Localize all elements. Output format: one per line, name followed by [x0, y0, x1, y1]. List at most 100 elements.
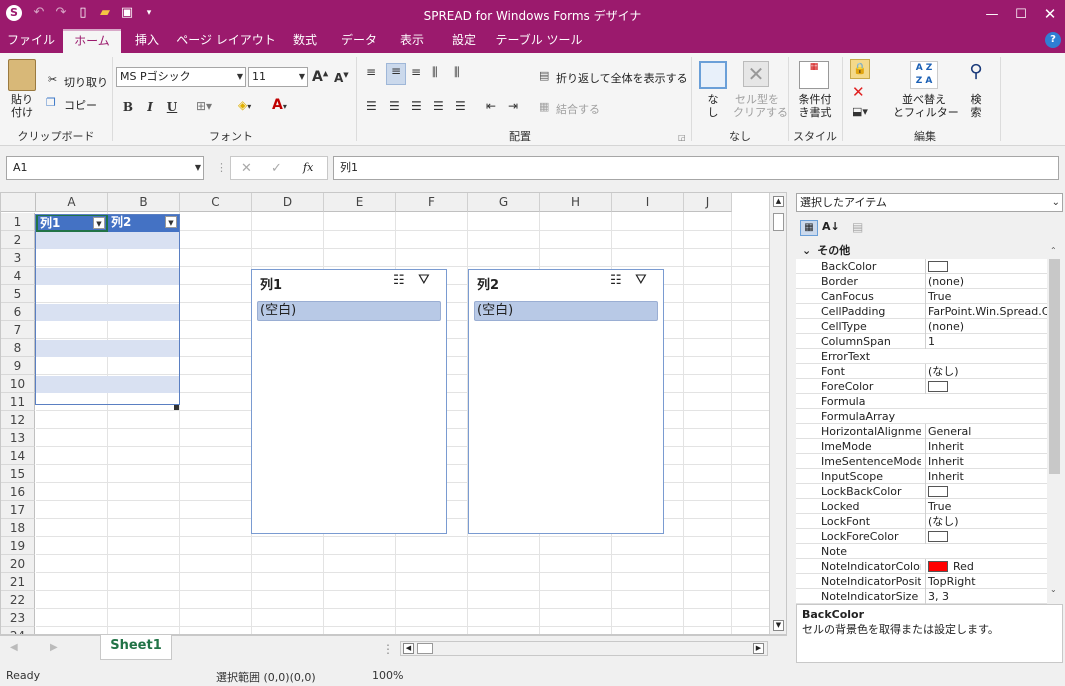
fill-color-icon[interactable]: ◈▾: [238, 98, 251, 112]
column-header[interactable]: F: [396, 193, 468, 212]
scroll-right-icon[interactable]: ▶: [753, 643, 764, 654]
row-header[interactable]: 13: [1, 429, 35, 447]
property-value[interactable]: [925, 484, 1047, 499]
row-header[interactable]: 15: [1, 465, 35, 483]
shrink-font-icon[interactable]: A▼: [334, 71, 349, 85]
property-row[interactable]: Note: [796, 544, 1047, 559]
property-row[interactable]: ForeColor: [796, 379, 1047, 394]
column-header[interactable]: B: [108, 193, 180, 212]
property-row[interactable]: Formula: [796, 394, 1047, 409]
row-header[interactable]: 14: [1, 447, 35, 465]
property-value[interactable]: True: [925, 499, 1047, 514]
justify-icon[interactable]: ☰: [433, 99, 444, 113]
row-header[interactable]: 6: [1, 303, 35, 321]
distributed-icon[interactable]: ⫼: [432, 65, 438, 80]
select-all-corner[interactable]: [1, 193, 36, 212]
filter-item[interactable]: (空白): [474, 301, 658, 321]
property-row[interactable]: CellPadding FarPoint.Win.Spread.Cel: [796, 304, 1047, 319]
bold-button[interactable]: B: [121, 100, 135, 114]
scroll-up-icon[interactable]: ⌃: [1050, 246, 1057, 255]
column-header[interactable]: G: [468, 193, 540, 212]
decrease-indent-icon[interactable]: ⇤: [486, 99, 496, 113]
sort-filter-button[interactable]: 並べ替え とフィルター: [893, 93, 959, 119]
property-row[interactable]: LockForeColor: [796, 529, 1047, 544]
property-row[interactable]: ImeSentenceMode Inherit: [796, 454, 1047, 469]
select-list-icon[interactable]: ☷: [610, 273, 622, 288]
clear-celltype-button[interactable]: セル型を クリアする: [733, 93, 788, 119]
tab-data[interactable]: データ: [334, 29, 384, 53]
align-bottom-icon[interactable]: ≡: [411, 65, 421, 79]
row-header[interactable]: 24: [1, 627, 35, 634]
close-button[interactable]: ✕: [1033, 0, 1065, 29]
sheet-tab-sheet1[interactable]: Sheet1: [100, 635, 172, 660]
property-row[interactable]: NoteIndicatorPosition TopRight: [796, 574, 1047, 589]
none-button[interactable]: な し: [701, 93, 725, 119]
property-value[interactable]: TopRight: [925, 574, 1047, 589]
clear-filter-icon[interactable]: ⛛: [635, 272, 647, 288]
column-header[interactable]: D: [252, 193, 324, 212]
property-row[interactable]: ErrorText: [796, 349, 1047, 364]
horizontal-scrollbar[interactable]: ◀ ▶: [400, 641, 768, 656]
row-header[interactable]: 11: [1, 393, 35, 411]
lock-icon[interactable]: 🔒: [850, 59, 870, 79]
paste-button[interactable]: 貼り 付け: [4, 93, 40, 119]
align-left-icon[interactable]: ☰: [366, 99, 377, 113]
distribute-icon[interactable]: ☰: [455, 99, 466, 113]
function-icon[interactable]: fx: [303, 161, 313, 174]
align-middle-icon[interactable]: ≡: [386, 63, 406, 85]
property-row[interactable]: CellType (none): [796, 319, 1047, 334]
property-value[interactable]: 3, 3: [925, 589, 1047, 604]
next-sheet-icon[interactable]: ▶: [50, 642, 58, 653]
font-color-icon[interactable]: A▾: [272, 97, 287, 113]
align-center-icon[interactable]: ☰: [389, 99, 400, 113]
scroll-down-icon[interactable]: ▼: [773, 620, 784, 631]
property-category[interactable]: ⌄ その他: [796, 243, 1047, 258]
prev-sheet-icon[interactable]: ◀: [10, 642, 18, 653]
property-value[interactable]: Inherit: [925, 469, 1047, 484]
column-header[interactable]: I: [612, 193, 684, 212]
copy-button[interactable]: コピー: [64, 97, 97, 113]
cut-button[interactable]: 切り取り: [64, 74, 108, 90]
tab-formulas[interactable]: 数式: [283, 29, 327, 53]
column-header[interactable]: J: [684, 193, 732, 212]
filter-item[interactable]: (空白): [257, 301, 441, 321]
row-header[interactable]: 8: [1, 339, 35, 357]
vertical-scrollbar[interactable]: ▲ ▼: [769, 193, 786, 634]
row-header[interactable]: 1: [1, 213, 35, 231]
increase-indent-icon[interactable]: ⇥: [508, 99, 518, 113]
help-icon[interactable]: ?: [1045, 32, 1061, 48]
row-header[interactable]: 3: [1, 249, 35, 267]
tab-settings[interactable]: 設定: [441, 29, 487, 53]
scroll-thumb[interactable]: [773, 213, 784, 231]
property-row[interactable]: NoteIndicatorSize 3, 3: [796, 589, 1047, 604]
column-header[interactable]: H: [540, 193, 612, 212]
property-value[interactable]: General: [925, 424, 1047, 439]
row-header[interactable]: 12: [1, 411, 35, 429]
table-resize-handle[interactable]: [174, 405, 179, 410]
property-row[interactable]: Border (none): [796, 274, 1047, 289]
tab-home[interactable]: ホーム: [63, 29, 121, 53]
scroll-up-icon[interactable]: ▲: [773, 196, 784, 207]
find-button[interactable]: 検 索: [964, 93, 988, 119]
font-size-select[interactable]: 11 ▼: [248, 67, 308, 87]
property-value[interactable]: 1: [925, 334, 1047, 349]
categorized-icon[interactable]: ▦: [800, 220, 818, 236]
property-row[interactable]: FormulaArray: [796, 409, 1047, 424]
property-value[interactable]: (none): [925, 274, 1047, 289]
tab-file[interactable]: ファイル: [0, 29, 62, 53]
confirm-icon[interactable]: ✓: [271, 161, 282, 176]
property-value[interactable]: [925, 259, 1047, 274]
row-header[interactable]: 20: [1, 555, 35, 573]
row-header[interactable]: 4: [1, 267, 35, 285]
row-header[interactable]: 9: [1, 357, 35, 375]
clear-filter-icon[interactable]: ⛛: [418, 272, 430, 288]
property-row[interactable]: NoteIndicatorColor Red: [796, 559, 1047, 574]
conditional-format-button[interactable]: 条件付 き書式: [793, 93, 837, 119]
scroll-down-icon[interactable]: ⌄: [1050, 585, 1057, 594]
cancel-icon[interactable]: ✕: [241, 161, 252, 176]
property-row[interactable]: InputScope Inherit: [796, 469, 1047, 484]
row-header[interactable]: 2: [1, 231, 35, 249]
property-pages-icon[interactable]: ▤: [852, 220, 863, 234]
property-row[interactable]: HorizontalAlignment General: [796, 424, 1047, 439]
row-header[interactable]: 5: [1, 285, 35, 303]
